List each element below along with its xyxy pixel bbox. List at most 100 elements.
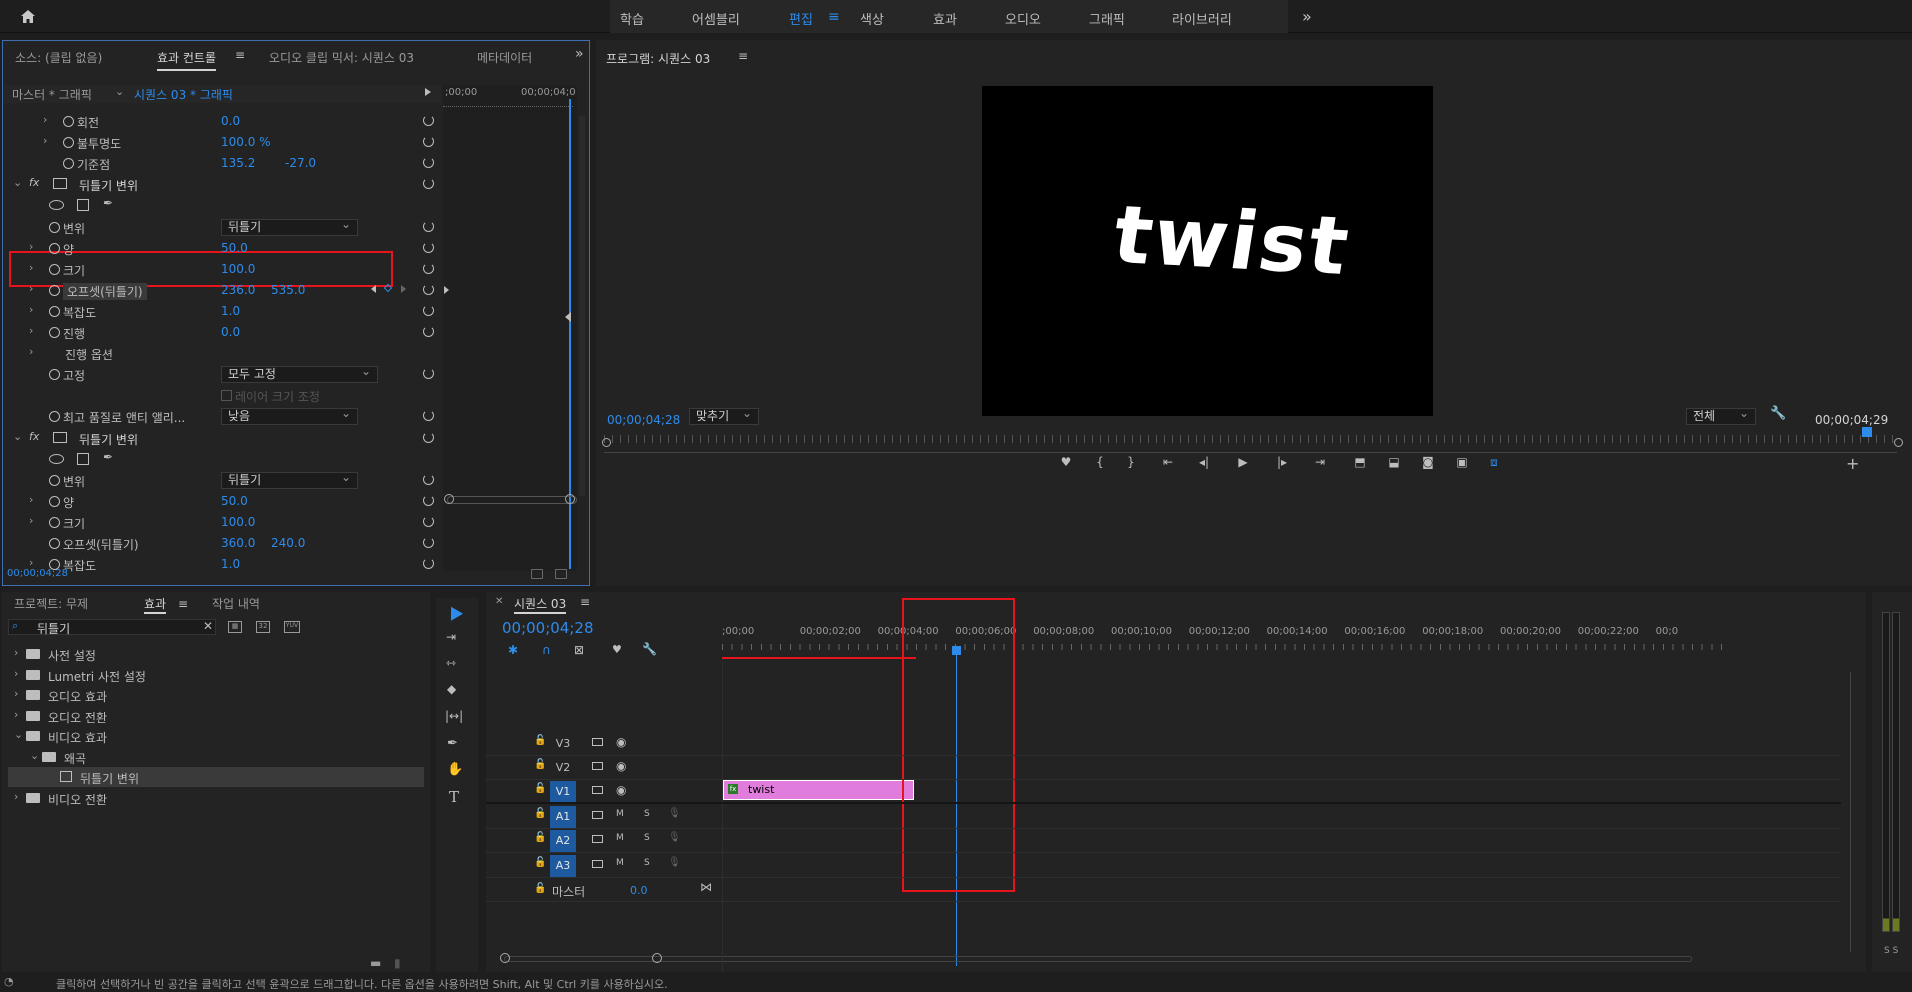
stopwatch-icon[interactable]	[63, 116, 74, 127]
stopwatch-icon[interactable]	[49, 474, 60, 486]
pen-mask-icon[interactable]: ✒	[103, 450, 113, 464]
tree-item-0[interactable]: › 사전 설정	[8, 644, 424, 664]
slip-tool-icon[interactable]: |↔|	[445, 709, 463, 723]
source-tab-2[interactable]: 오디오 클립 믹서: 시퀀스 03	[269, 49, 414, 66]
reset-icon[interactable]	[423, 178, 434, 190]
mini-scroll-handle-left[interactable]	[444, 494, 454, 504]
v-scrollbar[interactable]	[1850, 672, 1854, 952]
reset-icon[interactable]	[423, 283, 434, 295]
marker-icon[interactable]: ♥	[1055, 455, 1077, 473]
wrench-icon[interactable]: 🔧	[1770, 406, 1786, 421]
workspace-tab-1[interactable]: 어셈블리	[692, 9, 740, 28]
clear-search-icon[interactable]: ✕	[203, 619, 213, 633]
param-value-1[interactable]: 0.0	[221, 114, 240, 128]
collapse-chevron-icon[interactable]: ⌄	[13, 430, 22, 443]
param-value-1[interactable]: 135.2	[221, 156, 255, 170]
stopwatch-icon[interactable]	[49, 369, 60, 381]
go-to-in-icon[interactable]: ⇤	[1157, 455, 1179, 473]
keyframe-toggle-icon[interactable]	[444, 285, 449, 294]
param-value-1[interactable]: 50.0	[221, 494, 248, 508]
lock-icon[interactable]: 🔓	[534, 808, 546, 819]
lock-icon[interactable]: 🔓	[534, 832, 546, 843]
tree-item-6[interactable]: 뒤틀기 변위	[8, 767, 424, 787]
reset-icon[interactable]	[423, 410, 434, 422]
nest-toggle-icon[interactable]: ✱	[508, 643, 518, 657]
reset-icon[interactable]	[423, 115, 434, 126]
ellipse-mask-icon[interactable]	[49, 453, 64, 464]
track-label[interactable]: A2	[550, 830, 576, 852]
track-label[interactable]: A3	[550, 855, 576, 877]
workspace-more-icon[interactable]: »	[1302, 7, 1312, 26]
mark-in-icon[interactable]: {	[1089, 455, 1111, 473]
step-back-icon[interactable]: ◂|	[1193, 455, 1215, 473]
solo-button[interactable]: S	[644, 833, 650, 843]
workspace-tab-3[interactable]: 색상	[860, 9, 884, 28]
h-scrollbar[interactable]	[504, 956, 1692, 962]
stopwatch-icon[interactable]	[49, 242, 60, 254]
tree-item-2[interactable]: › 오디오 효과	[8, 685, 424, 705]
sequence-menu-icon[interactable]: ≡	[580, 595, 590, 609]
workspace-tab-0[interactable]: 학습	[620, 9, 644, 28]
reset-icon[interactable]	[423, 262, 434, 274]
project-tab-1[interactable]: 효과	[144, 595, 167, 614]
sync-lock-icon[interactable]	[592, 811, 603, 819]
chevron-right-icon[interactable]: ›	[14, 708, 18, 721]
program-scrubber[interactable]	[604, 427, 1897, 453]
lock-icon[interactable]: 🔓	[534, 735, 546, 746]
reset-icon[interactable]	[423, 537, 434, 548]
fx-icon[interactable]: fx	[29, 430, 39, 443]
mark-out-icon[interactable]: }	[1120, 455, 1142, 473]
stopwatch-icon[interactable]	[49, 284, 60, 296]
stopwatch-icon[interactable]	[49, 263, 60, 275]
search-value[interactable]: 뒤틀기	[37, 620, 70, 637]
expand-chevron-icon[interactable]: ›	[29, 324, 33, 337]
param-value-2[interactable]: -27.0	[285, 156, 316, 170]
vertical-scrollbar[interactable]	[579, 116, 585, 496]
effects-menu-icon[interactable]: ≡	[178, 597, 188, 611]
param-dropdown[interactable]: 뒤틀기	[221, 470, 358, 489]
go-to-out-icon[interactable]: ⇥	[1309, 455, 1331, 473]
sync-lock-icon[interactable]	[592, 786, 603, 794]
eye-icon[interactable]: ◉	[616, 783, 626, 797]
stopwatch-icon[interactable]	[49, 221, 60, 233]
add-keyframe-icon[interactable]	[383, 283, 393, 293]
source-tab-3[interactable]: 메타데이터	[477, 49, 532, 66]
stopwatch-icon[interactable]	[49, 495, 60, 507]
param-value-1[interactable]: 100.0	[221, 262, 255, 276]
expand-chevron-icon[interactable]: ›	[43, 134, 47, 147]
param-value-1[interactable]: 100.0 %	[221, 135, 271, 149]
accelerated-effects-icon[interactable]: ▦	[228, 621, 242, 633]
panel-more-icon[interactable]: »	[575, 46, 584, 62]
stopwatch-icon[interactable]	[49, 516, 60, 528]
expand-chevron-icon[interactable]: ›	[29, 240, 33, 253]
tree-item-3[interactable]: › 오디오 전환	[8, 706, 424, 726]
program-menu-icon[interactable]: ≡	[738, 49, 748, 63]
reset-icon[interactable]	[423, 304, 434, 316]
workspace-tab-7[interactable]: 라이브러리	[1172, 9, 1232, 28]
param-value-1[interactable]: 1.0	[221, 557, 240, 571]
quality-dropdown[interactable]: 전체	[1686, 406, 1756, 425]
stopwatch-icon[interactable]	[49, 559, 60, 571]
chevron-down-icon[interactable]: ⌄	[115, 85, 124, 98]
reset-icon[interactable]	[423, 220, 434, 232]
hand-tool-icon[interactable]: ✋	[447, 762, 463, 777]
param-value-1[interactable]: 50.0	[221, 241, 248, 255]
lock-icon[interactable]: 🔓	[534, 783, 546, 794]
ripple-edit-tool-icon[interactable]: ⇿	[446, 656, 456, 670]
mute-button[interactable]: M	[616, 833, 624, 843]
solo-button[interactable]: S	[644, 809, 650, 819]
lock-icon[interactable]: 🔓	[534, 883, 546, 894]
expand-chevron-icon[interactable]: ›	[29, 303, 33, 316]
checkbox[interactable]	[221, 390, 232, 402]
param-value-1[interactable]: 236.0	[221, 283, 255, 297]
h-scroll-handle-right[interactable]	[652, 953, 662, 963]
workspace-tab-4[interactable]: 효과	[933, 9, 957, 28]
track-label[interactable]: A1	[550, 806, 576, 828]
mic-icon[interactable]: 🎙	[668, 857, 681, 868]
play-icon[interactable]: ▶	[1232, 455, 1254, 473]
expand-chevron-icon[interactable]: ›	[29, 514, 33, 527]
timeline-timecode[interactable]: 00;00;04;28	[502, 619, 594, 637]
workspace-tab-6[interactable]: 그래픽	[1089, 9, 1125, 28]
param-dropdown[interactable]: 모두 고정	[221, 364, 378, 384]
chevron-right-icon[interactable]: ›	[14, 790, 18, 803]
